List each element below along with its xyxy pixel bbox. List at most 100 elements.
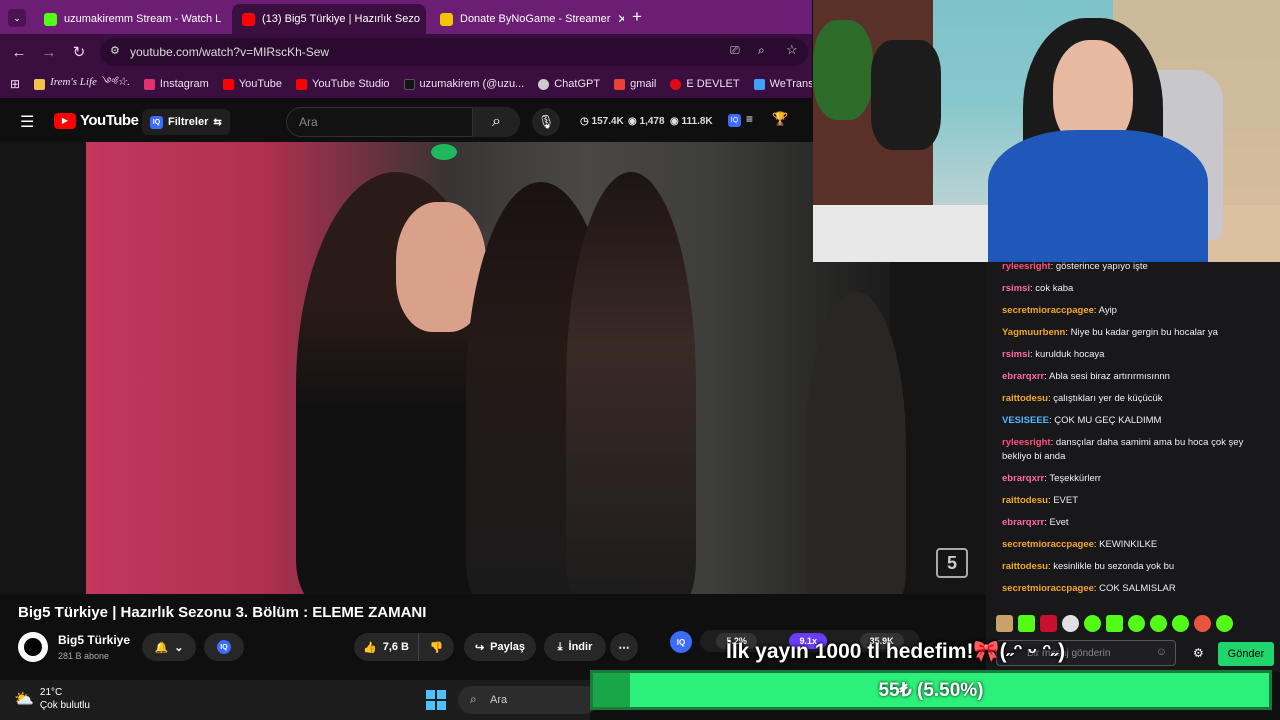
zoom-icon[interactable]: ⌕ [758, 43, 765, 58]
bookmark-item[interactable]: YouTube Studio [296, 78, 390, 90]
emote-icon[interactable] [1194, 615, 1211, 632]
chat-username[interactable]: ryleesright [1002, 262, 1051, 272]
iq-button[interactable]: IQ [204, 633, 244, 661]
weather-widget[interactable]: ⛅ 21°C Çok bulutlu [14, 686, 90, 712]
trophy-icon[interactable]: 🏆 [772, 111, 788, 127]
back-icon[interactable]: ← [4, 44, 34, 61]
tab-list-button[interactable]: ⌄ [8, 9, 26, 27]
iq-extension-icon[interactable]: IQ [728, 114, 741, 127]
download-button[interactable]: ⤓ İndir [544, 633, 606, 661]
chat-username[interactable]: secretmioraccpagee [1002, 539, 1094, 550]
bookmark-item[interactable]: WeTransfe [753, 78, 812, 90]
more-actions-button[interactable]: ⋯ [610, 633, 638, 661]
tab-donate[interactable]: Donate ByNoGame - Streamer ✕ [430, 4, 624, 34]
emote-icon[interactable] [1018, 615, 1035, 632]
list-icon[interactable]: ≡ [746, 112, 753, 126]
search-placeholder: Ara [299, 115, 318, 129]
download-icon: ⤓ [557, 640, 563, 653]
bookmark-item[interactable]: Instagram [143, 78, 209, 90]
coat-shape [871, 40, 941, 150]
menu-icon[interactable]: ☰ [20, 112, 34, 132]
bookmark-item[interactable]: ChatGPT [538, 78, 600, 90]
dislike-button[interactable]: 👎 [418, 633, 454, 661]
chat-message: secretmioraccpagee: KEWINKILKE [1002, 539, 1158, 550]
bookmark-star-icon[interactable]: ☆ [786, 42, 798, 58]
url-text: youtube.com/watch?v=MIRscKh-Sew [130, 45, 330, 59]
site-info-icon[interactable]: ⚙ [110, 44, 120, 57]
chat-username[interactable]: Yagmuurbenn [1002, 327, 1065, 338]
chat-message: ryleesright: dansçılar daha samimi ama b… [1002, 437, 1244, 462]
bookmark-label: YouTube Studio [312, 78, 390, 90]
bookmark-item[interactable]: Irem's Life ༺☆. [34, 70, 130, 98]
settings-gear-icon[interactable]: ⚙ [1193, 646, 1204, 660]
emote-icon[interactable] [1084, 615, 1101, 632]
emote-icon[interactable] [1172, 615, 1189, 632]
webcam-overlay [813, 0, 1280, 262]
chat-text: gösterince yapıyo işte [1055, 262, 1148, 272]
bookmark-item[interactable]: YouTube [222, 78, 282, 90]
url-field[interactable]: ⚙ youtube.com/watch?v=MIRscKh-Sew ⎚ ⌕ ☆ [100, 38, 808, 66]
windows-start-icon[interactable] [426, 690, 446, 710]
chat-message: ebrarqxrr: Evet [1002, 517, 1069, 528]
share-button[interactable]: ↪ Paylaş [464, 633, 536, 661]
chat-username[interactable]: ebrarqxrr [1002, 473, 1044, 484]
chat-username[interactable]: raittodesu [1002, 393, 1048, 404]
instagram-icon [143, 78, 155, 90]
forward-icon[interactable]: → [34, 44, 64, 61]
channel-avatar[interactable] [18, 632, 48, 662]
chat-username[interactable]: raittodesu [1002, 561, 1048, 572]
chat-username[interactable]: rsimsi [1002, 283, 1030, 294]
edevlet-icon [670, 78, 682, 90]
tab-kick-stream[interactable]: uzumakiremm Stream - Watch L ✕ [34, 4, 228, 34]
bookmark-item[interactable]: uzumakirem (@uzu... [403, 78, 524, 90]
bookmark-label: ChatGPT [554, 78, 601, 90]
chat-username[interactable]: secretmioraccpagee [1002, 305, 1094, 316]
channel-watermark: 5 [936, 548, 968, 578]
emote-icon[interactable] [996, 615, 1013, 632]
chat-message: secretmioraccpagee: COK SALMISLAR [1002, 583, 1176, 594]
filters-button[interactable]: IQ Filtreler ⇆ [142, 109, 230, 135]
chat-username[interactable]: VESISEEE [1002, 415, 1049, 426]
emoji-icon[interactable]: ☺ [1156, 646, 1167, 658]
channel-name[interactable]: Big5 Türkiye [58, 633, 130, 647]
youtube-icon [222, 78, 234, 90]
iq-badge[interactable]: IQ [670, 631, 692, 653]
youtube-studio-icon [296, 78, 308, 90]
tab-title: uzumakiremm Stream - Watch L [64, 13, 222, 25]
send-button[interactable]: Gönder [1218, 642, 1274, 666]
tab-youtube-video[interactable]: (13) Big5 Türkiye | Hazırlık Sezo ✕ [232, 4, 426, 34]
chat-message: secretmioraccpagee: Ayip [1002, 305, 1117, 316]
chat-username[interactable]: ebrarqxrr [1002, 371, 1044, 382]
chat-username[interactable]: rsimsi [1002, 349, 1030, 360]
bynogame-icon [440, 12, 453, 26]
emote-icon[interactable] [1216, 615, 1233, 632]
chat-text: kesinlikle bu sezonda yok bu [1053, 561, 1175, 572]
youtube-logo[interactable]: ▶ YouTube TR [54, 112, 152, 129]
chat-username[interactable]: raittodesu [1002, 495, 1048, 506]
close-icon[interactable]: ✕ [617, 12, 624, 26]
temperature: 21°C [39, 687, 63, 698]
bookmark-item[interactable]: E DEVLET [670, 78, 740, 90]
apps-grid-icon[interactable]: ⊞ [10, 77, 20, 91]
bookmark-item[interactable]: gmail [614, 78, 656, 90]
chat-username[interactable]: ebrarqxrr [1002, 517, 1044, 528]
reload-icon[interactable]: ↻ [64, 43, 94, 61]
voice-search-button[interactable]: 🎙 [532, 108, 560, 136]
chat-username[interactable]: secretmioraccpagee [1002, 583, 1094, 594]
search-button[interactable]: ⌕ [472, 107, 520, 137]
eye-icon: ◉ [670, 116, 679, 127]
like-button[interactable]: 👍 7,6 B [354, 633, 418, 661]
like-count: 7,6 B [382, 641, 409, 653]
emote-icon[interactable] [1040, 615, 1057, 632]
emote-icon[interactable] [1106, 615, 1123, 632]
video-frame [86, 142, 906, 594]
emote-icon[interactable] [1062, 615, 1079, 632]
notification-bell-button[interactable]: 🔔 ⌄ [142, 633, 196, 661]
new-tab-button[interactable]: + [632, 7, 642, 27]
emote-icon[interactable] [1150, 615, 1167, 632]
emote-icon[interactable] [1128, 615, 1145, 632]
person-figure [806, 292, 906, 594]
install-app-icon[interactable]: ⎚ [730, 43, 740, 58]
taskbar-search[interactable]: ⌕ Ara [458, 686, 598, 714]
chat-username[interactable]: ryleesright [1002, 437, 1051, 448]
